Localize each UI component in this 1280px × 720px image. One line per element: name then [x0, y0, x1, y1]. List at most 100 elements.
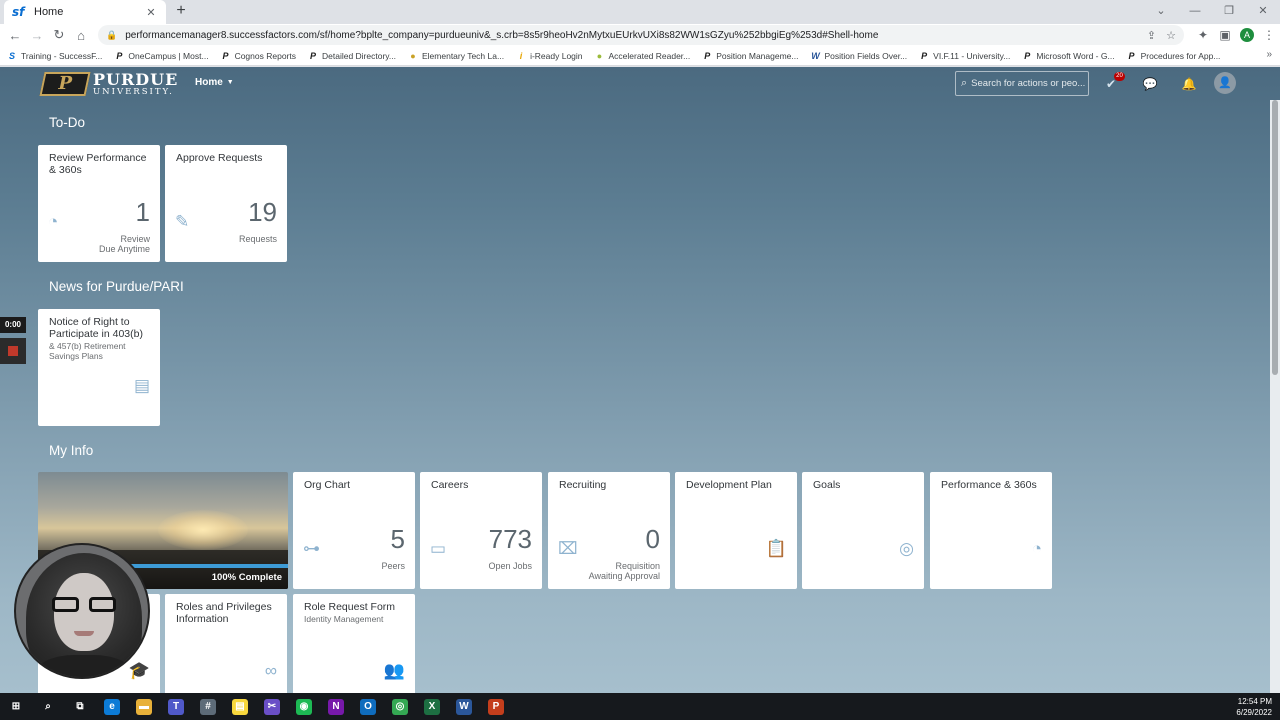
home-menu-button[interactable]: Home ▼ — [195, 77, 234, 88]
tile-title: Development Plan — [686, 479, 772, 491]
close-tab-icon[interactable]: ✕ — [144, 6, 158, 19]
purdue-logo[interactable]: P PURDUE UNIVERSITY. — [39, 70, 178, 98]
bookmark-item[interactable]: W Position Fields Over... — [809, 51, 907, 61]
calculator-icon[interactable]: # — [192, 693, 224, 720]
purdue-icon: P — [116, 50, 123, 61]
bookmark-item[interactable]: P Position Manageme... — [701, 51, 798, 61]
tile-role-request-form[interactable]: Role Request Form Identity Management 👥 — [293, 594, 415, 693]
notification-bell-icon[interactable]: 🔔 — [1181, 76, 1197, 92]
teams-icon[interactable]: T — [160, 693, 192, 720]
tile-unit: Review Due Anytime — [99, 234, 150, 254]
forward-icon[interactable]: → — [26, 28, 48, 43]
search-placeholder: Search for actions or peo... — [971, 78, 1086, 89]
tile-roles-privileges[interactable]: Roles and Privileges Information ∞ — [165, 594, 287, 693]
section-title-todo: To-Do — [49, 115, 86, 130]
profile-background-image — [158, 510, 248, 550]
browser-toolbar: ← → ↻ ⌂ 🔒 performancemanager8.successfac… — [0, 24, 1280, 46]
bookmark-item[interactable]: ● Accelerated Reader... — [594, 50, 691, 61]
chrome-icon[interactable]: ◎ — [384, 693, 416, 720]
sticky-notes-icon[interactable]: ▤ — [224, 693, 256, 720]
scrollbar-thumb[interactable] — [1272, 100, 1278, 375]
bookmark-item[interactable]: P Detailed Directory... — [307, 51, 396, 61]
news-document-icon: ▤ — [133, 376, 150, 395]
bookmark-label: Position Manageme... — [716, 50, 799, 61]
feedback-chat-icon[interactable]: 💬 — [1142, 76, 1158, 92]
browser-menu-icon[interactable]: ⋮ — [1258, 28, 1280, 42]
gauge-icon: ◔ — [48, 212, 59, 231]
close-window-icon[interactable]: ✕ — [1246, 0, 1280, 24]
tile-count: 773 — [488, 524, 532, 554]
system-clock[interactable]: 12:54 PM 6/29/2022 — [1236, 696, 1272, 718]
bookmark-item[interactable]: ● Elementary Tech La... — [407, 51, 504, 61]
profile-avatar[interactable]: A — [1240, 28, 1254, 42]
back-icon[interactable]: ← — [4, 28, 26, 43]
powerpoint-icon[interactable]: P — [480, 693, 512, 720]
tile-unit: Requests — [239, 234, 277, 244]
search-input[interactable]: ⌕ Search for actions or peo... — [955, 71, 1089, 96]
bookmarks-bar: S Training - SuccessF... P OneCampus | Most… — [0, 46, 1280, 66]
bookmark-item[interactable]: P Cognos Reports — [220, 51, 296, 61]
purdue-wordmark: PURDUE UNIVERSITY. — [93, 71, 178, 97]
onenote-icon[interactable]: N — [320, 693, 352, 720]
url-text[interactable]: performancemanager8.successfactors.com/s… — [125, 30, 1137, 41]
webcam-shirt — [38, 655, 130, 677]
bookmark-item[interactable]: P OneCampus | Most... — [113, 51, 208, 61]
spotify-icon[interactable]: ◉ — [288, 693, 320, 720]
bookmark-label: Microsoft Word - G... — [1036, 50, 1115, 61]
tile-news-retirement-notice[interactable]: Notice of Right to Participate in 403(b)… — [38, 309, 160, 426]
bookmark-item[interactable]: P Microsoft Word - G... — [1021, 51, 1114, 61]
bookmark-item[interactable]: S Training - SuccessF... — [6, 51, 102, 61]
circle-icon: ● — [410, 50, 416, 61]
bookmarks-overflow-icon[interactable]: » — [1266, 49, 1272, 60]
snipping-tool-icon[interactable]: ✂ — [256, 693, 288, 720]
tile-recruiting[interactable]: Recruiting ⌧ 0 Requisition Awaiting Appr… — [548, 472, 670, 589]
glasses-icon: ∞ — [264, 661, 277, 680]
browser-tab-home[interactable]: sf Home ✕ — [4, 0, 166, 24]
user-avatar-button[interactable]: 👤 — [1214, 72, 1236, 94]
tile-development-plan[interactable]: Development Plan 📋 — [675, 472, 797, 589]
start-button[interactable]: ⊞ — [0, 693, 32, 720]
section-title-news: News for Purdue/PARI — [49, 279, 184, 294]
successfactors-home: P PURDUE UNIVERSITY. Home ▼ ⌕ Search for… — [0, 67, 1280, 693]
bookmark-item[interactable]: P Procedures for App... — [1126, 51, 1221, 61]
bookmark-label: Accelerated Reader... — [608, 50, 691, 61]
reload-icon[interactable]: ↻ — [48, 27, 70, 43]
edge-icon[interactable]: e — [96, 693, 128, 720]
restore-icon[interactable]: ❐ — [1212, 0, 1246, 24]
recorder-stop-button[interactable] — [0, 338, 26, 364]
tile-approve-requests[interactable]: Approve Requests ✎ 19 Requests — [165, 145, 287, 262]
tile-org-chart[interactable]: Org Chart ⊶ 5 Peers — [293, 472, 415, 589]
home-menu-label: Home — [195, 77, 223, 88]
home-icon[interactable]: ⌂ — [70, 28, 92, 43]
tile-subtitle: & 457(b) Retirement Savings Plans — [49, 341, 126, 361]
extensions-icon[interactable]: ✦ — [1192, 28, 1214, 42]
tile-careers[interactable]: Careers ▭ 773 Open Jobs — [420, 472, 542, 589]
bookmark-star-icon[interactable]: ☆ — [1166, 29, 1176, 42]
excel-icon[interactable]: X — [416, 693, 448, 720]
minimize-icon[interactable]: — — [1178, 0, 1212, 24]
file-explorer-icon[interactable]: ▬ — [128, 693, 160, 720]
page-scrollbar[interactable] — [1270, 100, 1280, 693]
bookmark-label: Elementary Tech La... — [422, 50, 505, 61]
word-icon[interactable]: W — [448, 693, 480, 720]
tile-unit-line-2: Awaiting Approval — [588, 571, 660, 581]
bookmark-item[interactable]: i i-Ready Login — [515, 51, 583, 61]
tile-performance-360s[interactable]: Performance & 360s ◔ — [930, 472, 1052, 589]
task-view-icon[interactable]: ⧉ — [64, 693, 96, 720]
bookmark-item[interactable]: P VI.F.11 - University... — [918, 51, 1010, 61]
lock-icon[interactable]: 🔒 — [106, 30, 117, 41]
outlook-icon[interactable]: O — [352, 693, 384, 720]
address-bar[interactable]: 🔒 performancemanager8.successfactors.com… — [98, 25, 1184, 45]
tile-subtitle: Identity Management — [304, 614, 384, 624]
tab-search-icon[interactable]: ⌄ — [1144, 0, 1178, 24]
tile-unit-line-1: Peers — [381, 561, 405, 571]
tile-goals[interactable]: Goals ◎ — [802, 472, 924, 589]
tile-review-performance[interactable]: Review Performance & 360s ◔ 1 Review Due… — [38, 145, 160, 262]
purdue-icon: P — [1128, 50, 1135, 61]
share-icon[interactable]: ⇪ — [1147, 29, 1156, 42]
new-tab-button[interactable]: + — [172, 2, 190, 20]
tile-title: Role Request Form — [304, 601, 396, 613]
search-icon[interactable]: ⌕ — [32, 693, 64, 720]
side-panel-icon[interactable]: ▣ — [1214, 28, 1236, 42]
outlook-icon-glyph: O — [360, 698, 376, 715]
